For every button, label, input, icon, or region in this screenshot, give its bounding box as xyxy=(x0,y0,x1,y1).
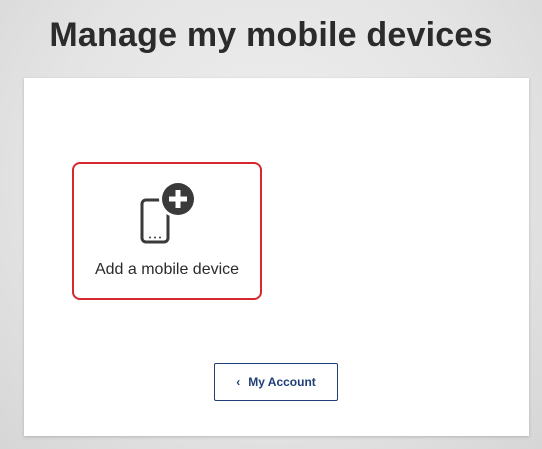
my-account-label: My Account xyxy=(248,375,316,389)
page-frame: Manage my mobile devices Add a mobile de… xyxy=(0,0,542,449)
page-title: Manage my mobile devices xyxy=(49,16,493,54)
add-mobile-device-label: Add a mobile device xyxy=(94,261,240,278)
chevron-left-icon: ‹ xyxy=(236,375,241,389)
add-mobile-device-icon xyxy=(136,180,200,246)
my-account-button[interactable]: ‹ My Account xyxy=(214,363,338,401)
devices-panel: Add a mobile device ‹ My Account xyxy=(24,78,529,436)
add-mobile-device-card[interactable]: Add a mobile device xyxy=(72,162,262,300)
